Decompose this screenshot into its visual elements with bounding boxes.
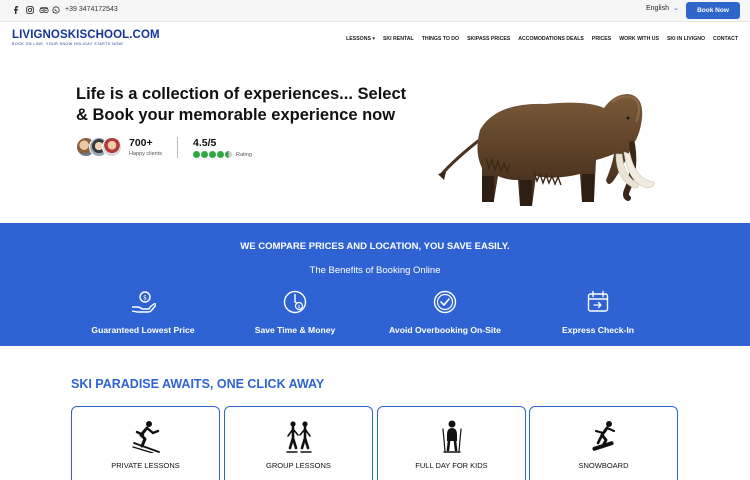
happy-clients-stat: 700+ Happy clients: [129, 137, 162, 157]
card-label: FULL DAY FOR KIDS: [415, 461, 488, 470]
card-private-lessons[interactable]: PRIVATE LESSONS: [71, 406, 220, 480]
whatsapp-icon[interactable]: [52, 6, 60, 14]
nav-item-things-to-do[interactable]: THINGS TO DO: [422, 36, 459, 42]
snowboarder-icon: [591, 421, 615, 451]
benefit-express-checkin: Express Check-In: [518, 289, 678, 335]
chevron-down-icon[interactable]: ⌄: [673, 4, 679, 12]
hero-title: Life is a collection of experiences... S…: [76, 85, 407, 124]
activities-title: SKI PARADISE AWAITS, ONE CLICK AWAY: [71, 377, 325, 391]
svg-text:$: $: [298, 304, 301, 310]
rating-label: Rating: [236, 151, 252, 158]
rating-stat: 4.5/5 Rating: [193, 137, 252, 158]
card-snowboard[interactable]: SNOWBOARD: [529, 406, 678, 480]
check-circle-icon: [433, 290, 457, 314]
benefit-label: Save Time & Money: [254, 325, 336, 335]
nav-item-work-with-us[interactable]: WORK WITH US: [619, 36, 659, 42]
nav-item-lessons[interactable]: LESSONS ▾: [346, 36, 375, 42]
nav-item-prices[interactable]: PRICES: [592, 36, 611, 42]
logo-tagline: BOOK ON LINE, YOUR SNOW HOLIDAY STARTS N…: [12, 42, 124, 46]
card-group-lessons[interactable]: GROUP LESSONS: [224, 406, 373, 480]
book-now-button[interactable]: Book Now: [686, 2, 740, 19]
stat-divider: [177, 137, 178, 158]
site-logo[interactable]: LIVIGNOSKISCHOOL.COM BOOK ON LINE, YOUR …: [12, 29, 160, 46]
star-icon: [217, 151, 224, 158]
star-icon: [209, 151, 216, 158]
mammoth-illustration: [438, 94, 655, 206]
nav-item-skipass-prices[interactable]: SKIPASS PRICES: [467, 36, 510, 42]
clients-label: Happy clients: [129, 151, 163, 157]
nav-item-ski-in-livigno[interactable]: SKI IN LIVIGNO: [667, 36, 705, 42]
card-label: GROUP LESSONS: [266, 461, 331, 470]
language-selector[interactable]: English: [646, 5, 669, 12]
client-avatars: [76, 137, 122, 157]
benefit-lowest-price: $ Guaranteed Lowest Price: [63, 289, 223, 335]
clock-coin-icon: $: [283, 290, 307, 314]
logo-title: LIVIGNOSKISCHOOL.COM: [12, 29, 160, 41]
benefit-save-time: $ Save Time & Money: [215, 289, 375, 335]
rating-stars: Rating: [193, 151, 252, 158]
clients-count: 700+: [129, 137, 153, 149]
nav-item-ski-rental[interactable]: SKI RENTAL: [383, 36, 414, 42]
card-label: PRIVATE LESSONS: [111, 461, 180, 470]
kid-skier-icon: [441, 420, 462, 453]
star-icon: [193, 151, 200, 158]
skier-icon: [131, 421, 160, 453]
top-bar: +39 3474172543 English ⌄ Book Now: [0, 0, 750, 22]
card-full-day-kids[interactable]: FULL DAY FOR KIDS: [377, 406, 526, 480]
rating-value: 4.5/5: [193, 137, 217, 149]
benefit-label: Avoid Overbooking On-Site: [389, 325, 501, 335]
half-star-icon: [225, 151, 232, 158]
star-icon: [201, 151, 208, 158]
main-nav: LESSONS ▾ SKI RENTAL THINGS TO DO SKIPAS…: [346, 36, 738, 42]
calendar-checkin-icon: [587, 290, 609, 312]
nav-item-accomodations-deals[interactable]: ACCOMODATIONS DEALS: [518, 36, 584, 42]
hand-coin-icon: $: [131, 291, 157, 313]
skiers-group-icon: [285, 421, 312, 453]
nav-item-contact[interactable]: CONTACT: [713, 36, 738, 42]
benefit-label: Express Check-In: [561, 325, 635, 335]
benefits-title: WE COMPARE PRICES AND LOCATION, YOU SAVE…: [240, 241, 510, 252]
benefit-avoid-overbooking: Avoid Overbooking On-Site: [365, 289, 525, 335]
social-links: +39 3474172543: [13, 5, 118, 15]
phone-number[interactable]: +39 3474172543: [65, 5, 118, 15]
instagram-icon[interactable]: [26, 6, 34, 14]
benefit-label: Guaranteed Lowest Price: [91, 325, 195, 335]
benefits-subtitle: The Benefits of Booking Online: [309, 265, 441, 276]
tripadvisor-icon[interactable]: [39, 6, 49, 14]
facebook-icon[interactable]: [13, 6, 21, 14]
svg-text:$: $: [143, 295, 147, 302]
avatar: [102, 137, 122, 157]
benefits-band: WE COMPARE PRICES AND LOCATION, YOU SAVE…: [0, 223, 750, 346]
card-label: SNOWBOARD: [578, 461, 629, 470]
